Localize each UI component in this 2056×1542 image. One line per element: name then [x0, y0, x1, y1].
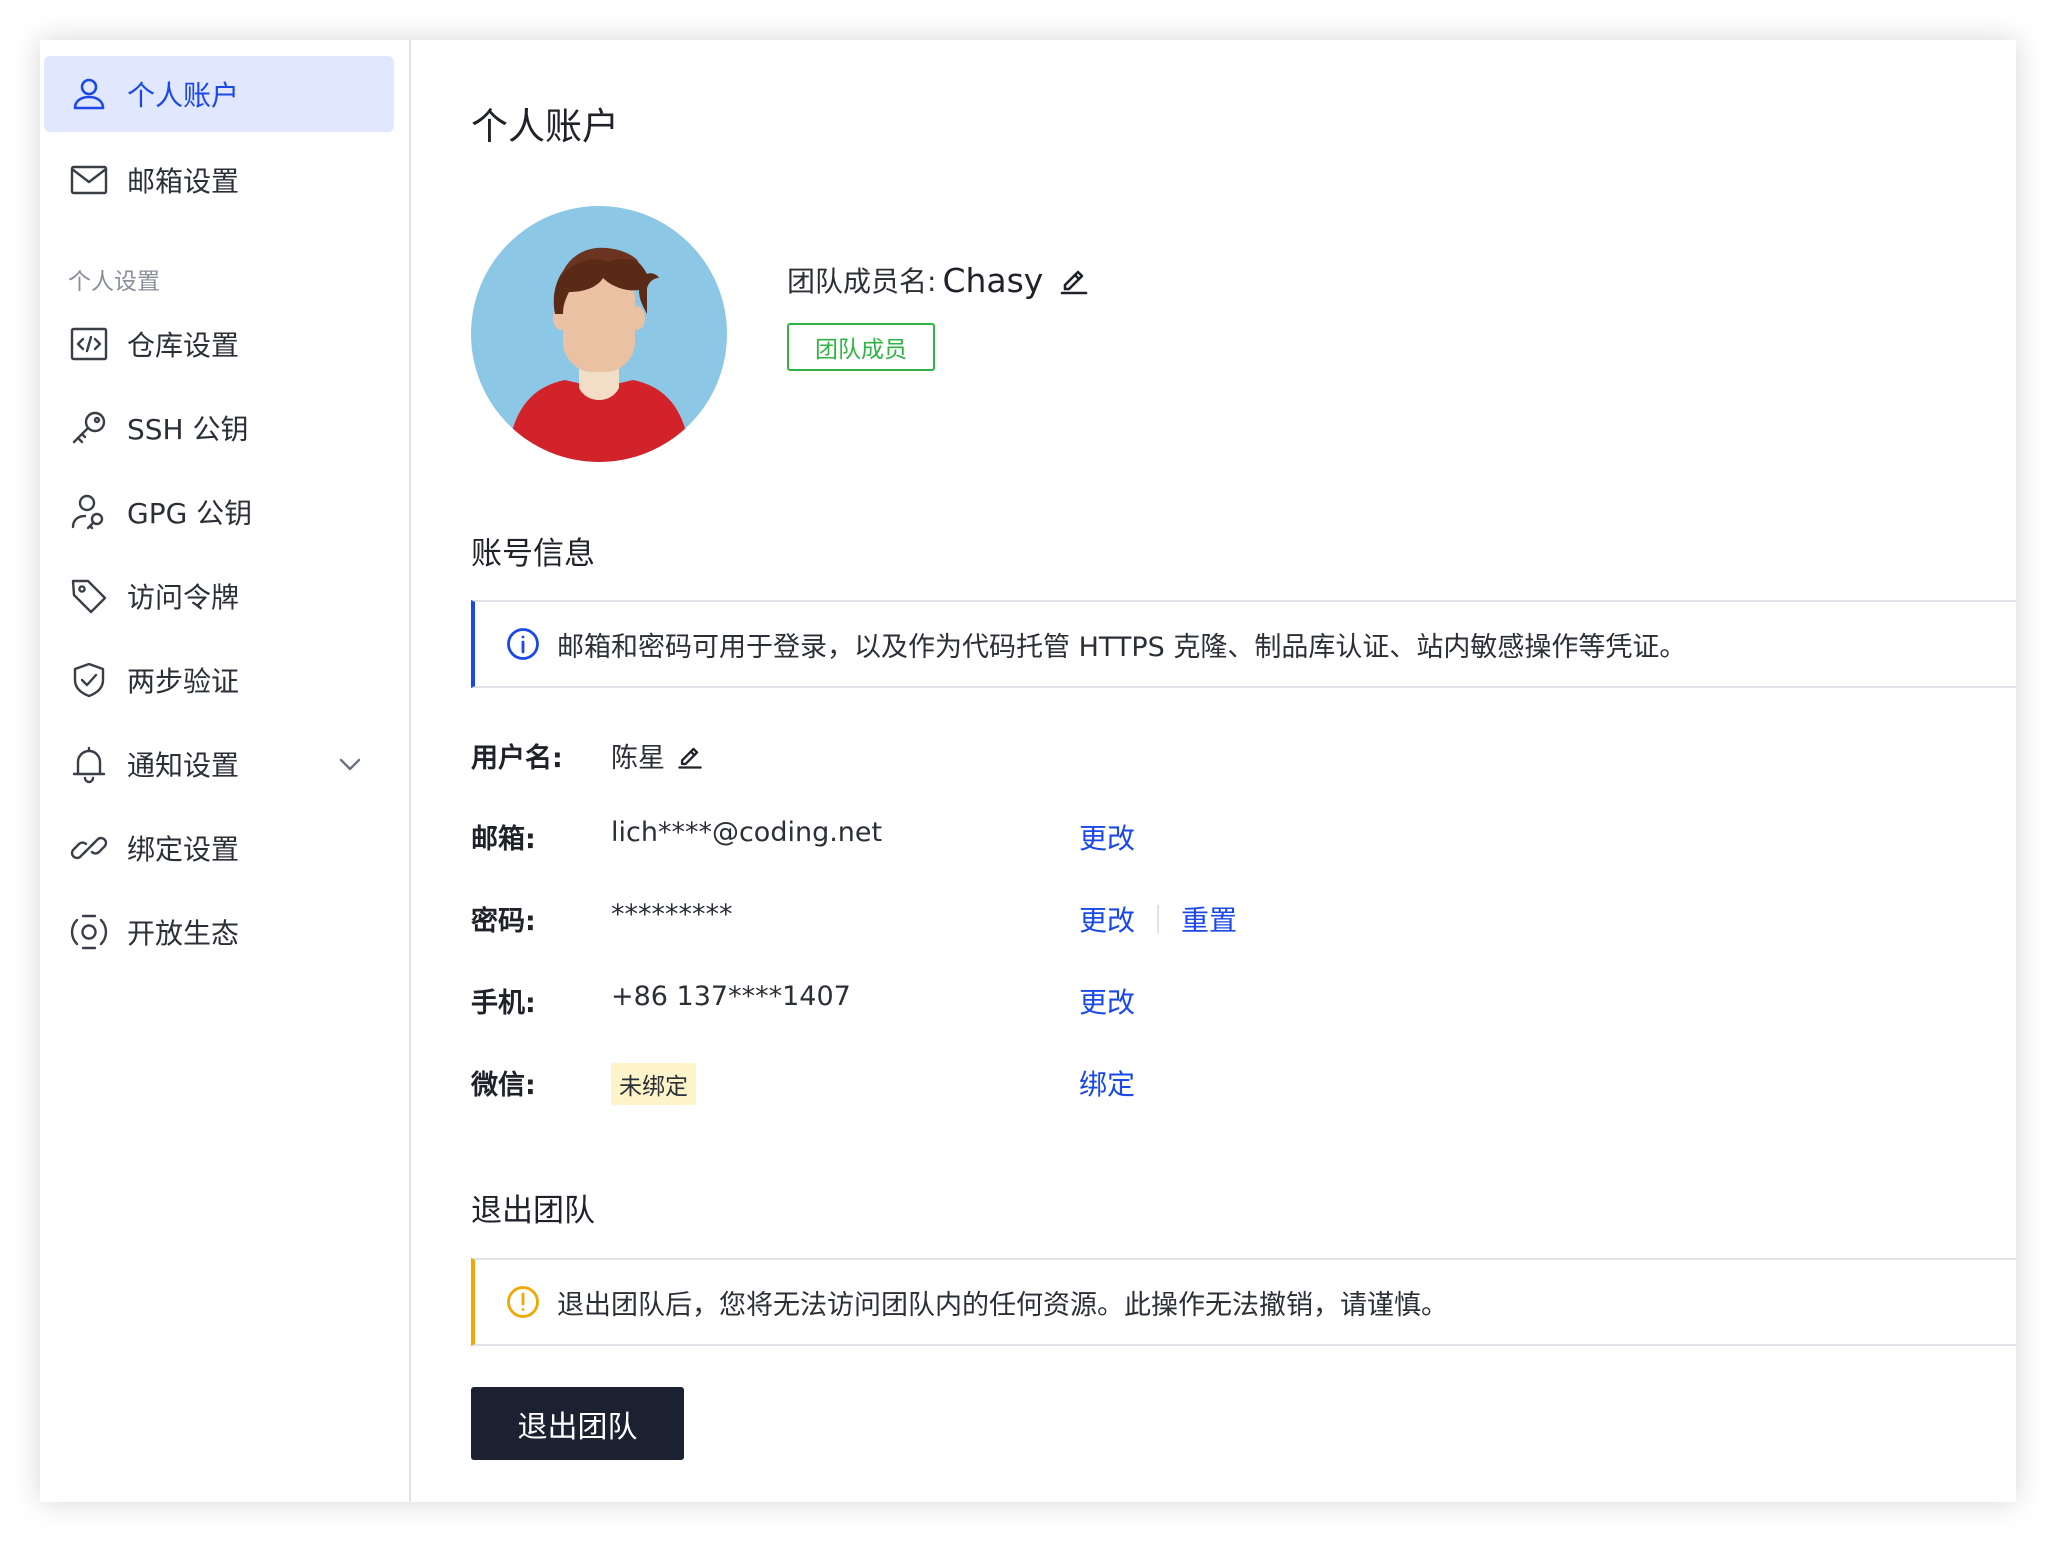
sidebar-item-label: 两步验证: [127, 665, 240, 698]
sidebar-item-email-settings[interactable]: 邮箱设置: [44, 142, 394, 218]
sidebar-item-label: 绑定设置: [127, 833, 240, 866]
warning-icon: [505, 1284, 541, 1320]
wechat-actions: 绑定: [1079, 1063, 1135, 1103]
key-icon: [69, 408, 109, 448]
chevron-down-icon[interactable]: [334, 748, 366, 780]
link-icon: [69, 828, 109, 868]
target-icon: [69, 912, 109, 952]
password-value: *********: [611, 899, 733, 930]
main-content: 个人账户 团队成员名: Chasy 团队成员 账号信息 邮箱和密码可用于登录，以…: [471, 40, 2016, 1502]
email-label: 邮箱:: [471, 824, 536, 855]
info-icon: [505, 626, 541, 662]
change-email-link[interactable]: 更改: [1079, 817, 1135, 857]
avatar[interactable]: [471, 206, 727, 462]
warn-alert-text: 退出团队后，您将无法访问团队内的任何资源。此操作无法撤销，请谨慎。: [557, 1289, 1448, 1321]
email-actions: 更改: [1079, 817, 1135, 857]
account-info-alert: 邮箱和密码可用于登录，以及作为代码托管 HTTPS 克隆、制品库认证、站内敏感操…: [471, 600, 2016, 688]
sidebar-item-notifications[interactable]: 通知设置: [44, 726, 394, 802]
member-name-row: 团队成员名: Chasy: [787, 260, 1091, 300]
sidebar-group-label: 个人设置: [68, 269, 160, 295]
username-label: 用户名:: [471, 743, 563, 774]
phone-value: +86 137****1407: [611, 981, 851, 1012]
password-actions: 更改 重置: [1079, 899, 1237, 939]
wechat-row: 微信: 未绑定 绑定: [471, 1055, 2016, 1105]
account-info-title: 账号信息: [471, 536, 595, 572]
sidebar-item-label: GPG 公钥: [127, 497, 253, 530]
sidebar: 个人账户 邮箱设置 个人设置 仓库设置 SSH 公钥 GPG 公钥 访问令牌 两…: [40, 40, 411, 1502]
leave-team-title: 退出团队: [471, 1193, 595, 1229]
mail-icon: [69, 160, 109, 200]
sidebar-item-ssh-keys[interactable]: SSH 公钥: [44, 390, 394, 466]
member-name-label: 团队成员名:: [787, 265, 937, 298]
sidebar-item-label: 仓库设置: [127, 329, 240, 362]
username-value: 陈星: [611, 743, 665, 774]
sidebar-item-gpg-keys[interactable]: GPG 公钥: [44, 474, 394, 550]
sidebar-item-access-tokens[interactable]: 访问令牌: [44, 558, 394, 634]
action-divider: [1157, 905, 1160, 933]
code-icon: [69, 324, 109, 364]
username-value-wrap: 陈星: [611, 736, 705, 775]
user-key-icon: [69, 492, 109, 532]
phone-label: 手机:: [471, 988, 536, 1019]
edit-member-name-icon[interactable]: [1057, 263, 1091, 297]
bell-icon: [69, 744, 109, 784]
sidebar-item-label: 邮箱设置: [127, 165, 240, 198]
username-row: 用户名: 陈星: [471, 728, 2016, 778]
phone-actions: 更改: [1079, 981, 1135, 1021]
role-badge: 团队成员: [787, 323, 935, 371]
sidebar-item-open-ecosystem[interactable]: 开放生态: [44, 894, 394, 970]
shield-check-icon: [69, 660, 109, 700]
email-value: lich****@coding.net: [611, 817, 883, 848]
sidebar-item-bindings[interactable]: 绑定设置: [44, 810, 394, 886]
sidebar-item-two-factor[interactable]: 两步验证: [44, 642, 394, 718]
leave-team-alert: 退出团队后，您将无法访问团队内的任何资源。此操作无法撤销，请谨慎。: [471, 1258, 2016, 1346]
sidebar-item-repo-settings[interactable]: 仓库设置: [44, 306, 394, 382]
edit-username-icon[interactable]: [675, 741, 705, 771]
settings-window: 个人账户 邮箱设置 个人设置 仓库设置 SSH 公钥 GPG 公钥 访问令牌 两…: [40, 40, 2016, 1502]
reset-password-link[interactable]: 重置: [1181, 899, 1237, 939]
sidebar-item-personal-account[interactable]: 个人账户: [44, 56, 394, 132]
email-row: 邮箱: lich****@coding.net 更改: [471, 809, 2016, 859]
change-password-link[interactable]: 更改: [1079, 899, 1135, 939]
user-icon: [69, 74, 109, 114]
tag-icon: [69, 576, 109, 616]
sidebar-item-label: 个人账户: [127, 79, 240, 112]
wechat-label: 微信:: [471, 1070, 536, 1101]
sidebar-item-label: 访问令牌: [127, 581, 240, 614]
wechat-status-badge: 未绑定: [611, 1063, 696, 1105]
info-alert-text: 邮箱和密码可用于登录，以及作为代码托管 HTTPS 克隆、制品库认证、站内敏感操…: [557, 631, 1687, 663]
sidebar-item-label: 通知设置: [127, 749, 240, 782]
member-name-value: Chasy: [942, 260, 1044, 300]
wechat-value-wrap: 未绑定: [611, 1063, 696, 1105]
change-phone-link[interactable]: 更改: [1079, 981, 1135, 1021]
bind-wechat-link[interactable]: 绑定: [1079, 1063, 1135, 1103]
sidebar-item-label: SSH 公钥: [127, 413, 249, 446]
sidebar-item-label: 开放生态: [127, 917, 240, 950]
page-title: 个人账户: [471, 105, 619, 148]
password-label: 密码:: [471, 906, 536, 937]
password-row: 密码: ********* 更改 重置: [471, 891, 2016, 941]
phone-row: 手机: +86 137****1407 更改: [471, 973, 2016, 1023]
leave-team-button[interactable]: 退出团队: [471, 1387, 684, 1460]
